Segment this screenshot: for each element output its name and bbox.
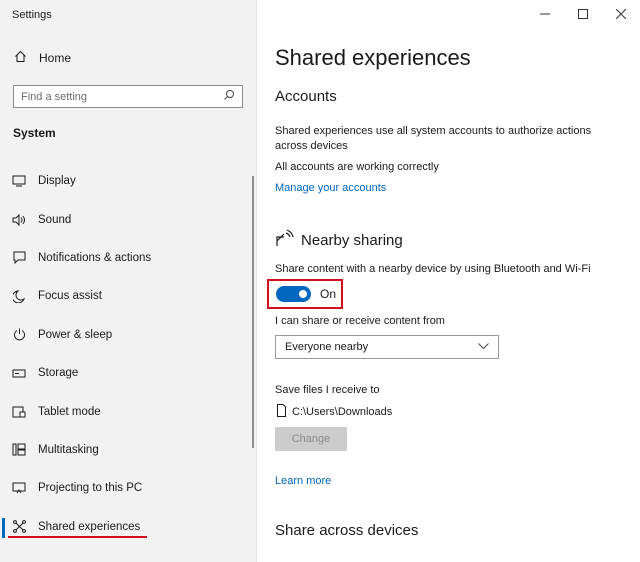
sidebar-item-label: Tablet mode	[38, 405, 101, 418]
sidebar-item-display[interactable]: Display	[0, 162, 256, 200]
app-title: Settings	[12, 9, 52, 21]
search-icon[interactable]	[223, 88, 235, 106]
nearby-sharing-title: Nearby sharing	[301, 231, 403, 249]
manage-accounts-link[interactable]: Manage your accounts	[275, 182, 386, 194]
minimize-button[interactable]	[526, 0, 564, 28]
storage-icon	[12, 366, 26, 380]
learn-more-link[interactable]: Learn more	[275, 475, 331, 487]
moon-icon	[12, 289, 26, 303]
home-icon	[14, 50, 27, 66]
accounts-heading: Accounts	[275, 88, 337, 105]
chevron-down-icon	[478, 341, 489, 353]
sidebar-item-power-sleep[interactable]: Power & sleep	[0, 316, 256, 354]
projector-icon	[12, 481, 26, 495]
accounts-description: Shared experiences use all system accoun…	[275, 125, 592, 152]
multitasking-icon	[12, 443, 26, 457]
sidebar-item-label: Sound	[38, 213, 72, 226]
sidebar-item-label: Projecting to this PC	[38, 482, 143, 495]
home-nav-item[interactable]: Home	[14, 50, 71, 66]
monitor-icon	[12, 174, 26, 188]
save-path: C:\Users\Downloads	[277, 404, 392, 420]
sidebar-scrollbar[interactable]	[252, 176, 254, 448]
maximize-button[interactable]	[564, 0, 602, 28]
main-content: Shared experiences Accounts Shared exper…	[258, 0, 640, 562]
sidebar-item-label: Multitasking	[38, 443, 99, 456]
sidebar-item-label: Storage	[38, 367, 79, 380]
sidebar-item-shared-experiences[interactable]: Shared experiences	[0, 508, 256, 546]
share-from-label: I can share or receive content from	[275, 315, 445, 327]
nearby-sharing-heading: Nearby sharing	[275, 228, 403, 252]
share-from-value: Everyone nearby	[285, 341, 369, 353]
save-path-text: C:\Users\Downloads	[292, 406, 393, 418]
sidebar-item-label: Focus assist	[38, 290, 102, 303]
page-title: Shared experiences	[275, 45, 471, 70]
shared-icon	[12, 520, 26, 534]
change-button[interactable]: Change	[275, 427, 347, 451]
sidebar-nav: Display Sound Notifications & actions Fo…	[0, 162, 256, 546]
save-files-label: Save files I receive to	[275, 384, 380, 396]
sidebar-item-storage[interactable]: Storage	[0, 354, 256, 392]
power-icon	[12, 328, 26, 342]
search-box[interactable]	[13, 85, 243, 108]
highlight-underline	[8, 536, 147, 538]
tablet-icon	[12, 405, 26, 419]
sidebar-item-label: Display	[38, 175, 76, 188]
nearby-sharing-icon	[275, 228, 295, 252]
home-label: Home	[39, 51, 72, 65]
share-across-heading: Share across devices	[275, 522, 419, 539]
active-indicator	[2, 517, 5, 538]
nearby-description: Share content with a nearby device by us…	[275, 263, 591, 275]
section-title: System	[13, 126, 56, 140]
file-icon	[277, 404, 286, 420]
toggle-state-label: On	[320, 287, 337, 301]
sidebar-item-label: Shared experiences	[38, 520, 141, 533]
sidebar: Settings Home System Display Sound Notif…	[0, 0, 257, 562]
sidebar-item-focus-assist[interactable]: Focus assist	[0, 277, 256, 315]
notification-icon	[12, 251, 26, 265]
close-button[interactable]	[602, 0, 640, 28]
share-from-dropdown[interactable]: Everyone nearby	[275, 335, 499, 359]
nearby-sharing-toggle[interactable]	[276, 286, 311, 302]
sidebar-item-label: Power & sleep	[38, 328, 113, 341]
sidebar-item-multitasking[interactable]: Multitasking	[0, 431, 256, 469]
sidebar-item-tablet-mode[interactable]: Tablet mode	[0, 392, 256, 430]
sidebar-item-projecting[interactable]: Projecting to this PC	[0, 469, 256, 507]
search-input[interactable]	[21, 90, 211, 103]
accounts-status: All accounts are working correctly	[275, 161, 439, 173]
speaker-icon	[12, 213, 26, 227]
toggle-knob	[299, 290, 307, 298]
window-controls	[526, 0, 640, 28]
sidebar-item-label: Notifications & actions	[38, 251, 152, 264]
sidebar-item-notifications[interactable]: Notifications & actions	[0, 239, 256, 277]
sidebar-item-sound[interactable]: Sound	[0, 200, 256, 238]
